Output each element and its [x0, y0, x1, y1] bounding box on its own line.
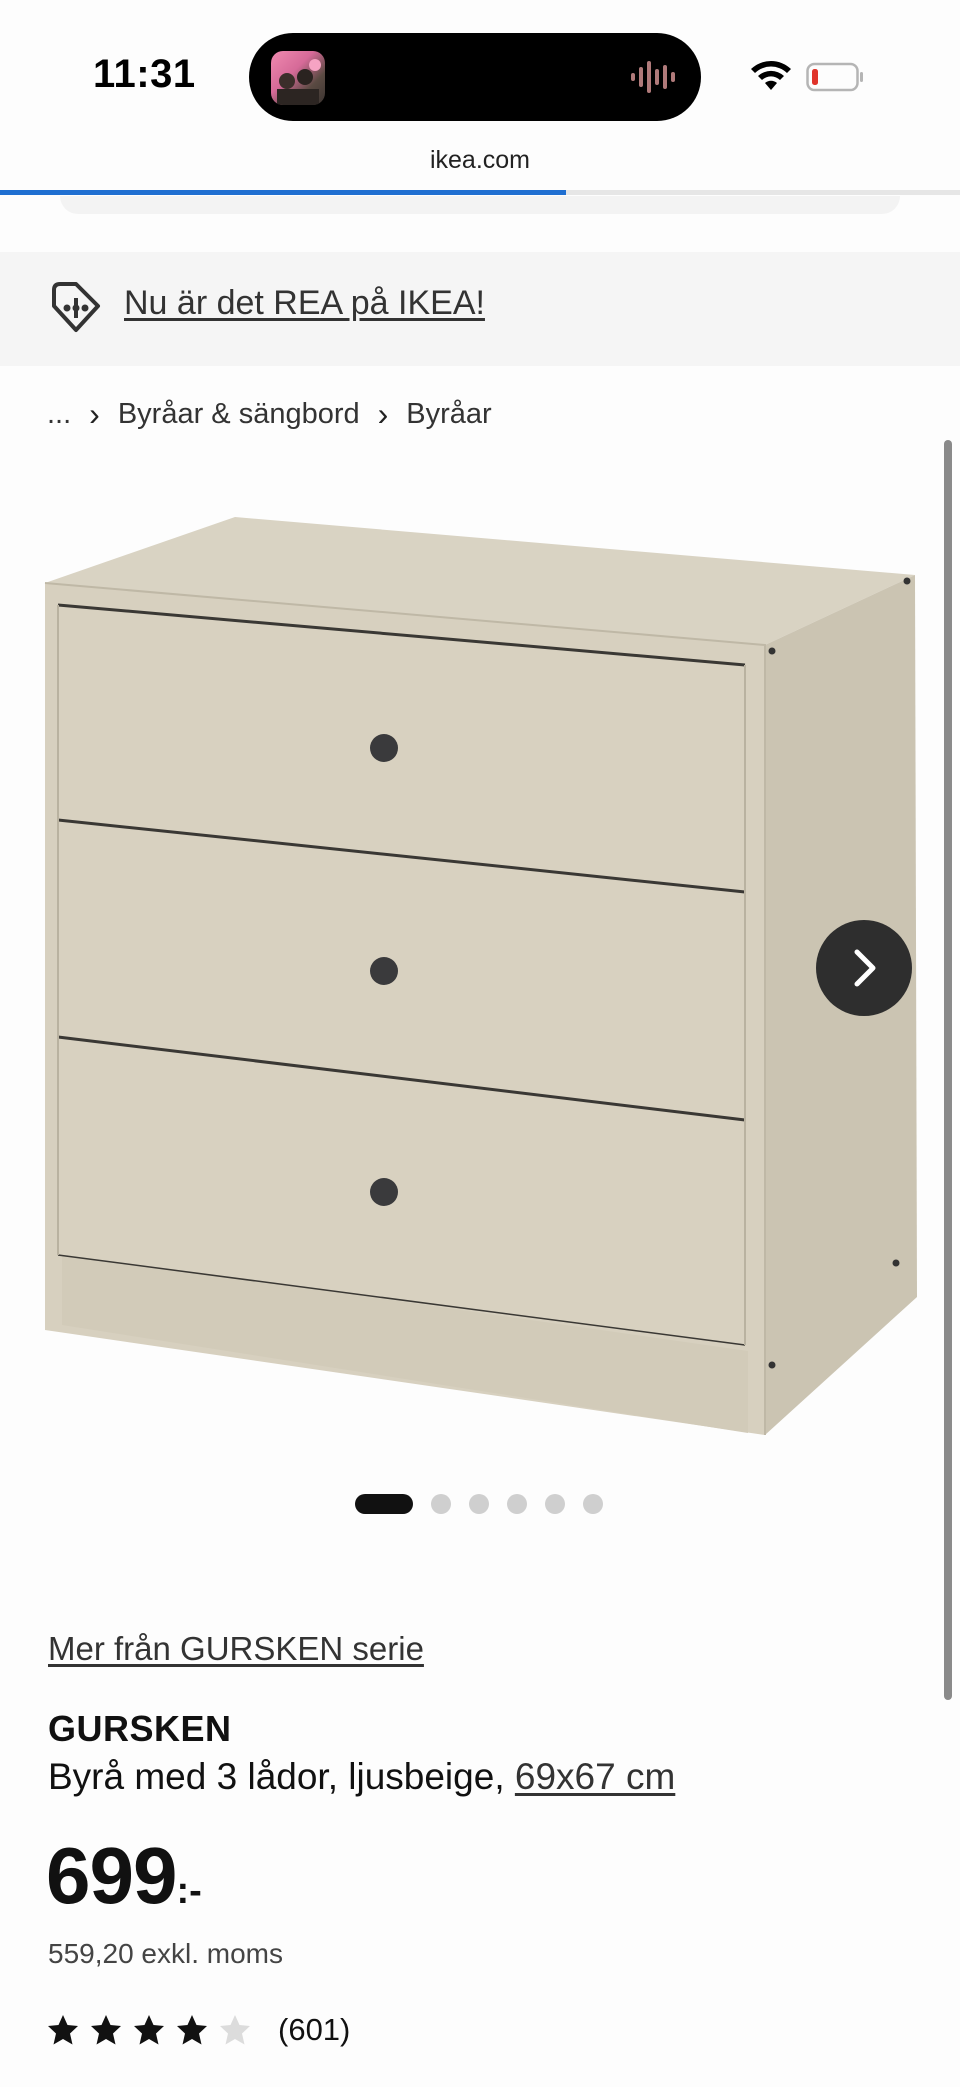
status-bar: 11:31 — [0, 0, 960, 140]
search-field-edge — [60, 196, 900, 214]
page-load-progress — [0, 190, 960, 195]
now-playing-artwork-icon — [271, 51, 325, 105]
image-carousel-dots — [355, 1493, 603, 1515]
star-filled-icon — [48, 2015, 78, 2045]
carousel-dot[interactable] — [583, 1494, 603, 1514]
star-filled-icon — [134, 2015, 164, 2045]
carousel-dot-active[interactable] — [355, 1494, 413, 1514]
chevron-right-icon: › — [89, 396, 100, 432]
page-scrollbar[interactable] — [944, 440, 952, 1700]
breadcrumb-item-dressers[interactable]: Byråar — [406, 398, 491, 431]
price-suffix: :- — [176, 1870, 202, 1912]
price-excl-vat: 559,20 exkl. moms — [48, 1938, 283, 1969]
battery-icon — [806, 62, 863, 92]
audio-waveform-icon — [631, 61, 675, 93]
star-filled-icon — [177, 2015, 207, 2045]
promo-link[interactable]: Nu är det REA på IKEA! — [124, 284, 485, 323]
promo-banner: Nu är det REA på IKEA! — [0, 252, 960, 366]
product-name: GURSKEN — [48, 1708, 232, 1749]
url-text[interactable]: ikea.com — [0, 146, 960, 175]
status-time: 11:31 — [93, 52, 196, 96]
star-filled-icon — [91, 2015, 121, 2045]
product-description: Byrå med 3 lådor, ljusbeige, 69x67 cm — [48, 1756, 675, 1798]
page-load-progress-fill — [0, 190, 567, 195]
breadcrumb-ellipsis[interactable]: ... — [47, 398, 71, 431]
chevron-right-icon: › — [377, 396, 389, 432]
chevron-right-icon — [854, 949, 876, 987]
price-integer: 699 — [46, 1831, 177, 1920]
wifi-icon — [751, 61, 791, 90]
breadcrumb-item-dressers-nightstands[interactable]: Byråar & sängbord — [118, 398, 360, 431]
product-rating[interactable]: (601) — [46, 2012, 350, 2048]
product-size-link[interactable]: 69x67 cm — [515, 1756, 675, 1797]
product-image[interactable] — [20, 455, 940, 1455]
product-description-text: Byrå med 3 lådor, ljusbeige, — [48, 1756, 505, 1797]
carousel-dot[interactable] — [431, 1494, 451, 1514]
review-count[interactable]: (601) — [278, 2012, 350, 2048]
carousel-dot[interactable] — [545, 1494, 565, 1514]
browser-url-bar[interactable]: ikea.com — [0, 140, 960, 196]
rating-stars — [46, 2013, 252, 2047]
next-image-button[interactable] — [816, 920, 912, 1016]
carousel-dot[interactable] — [507, 1494, 527, 1514]
dynamic-island[interactable] — [249, 33, 701, 121]
price-tag-icon — [52, 282, 100, 332]
star-empty-icon — [220, 2015, 250, 2045]
series-link[interactable]: Mer från GURSKEN serie — [48, 1630, 424, 1668]
product-price: 699 :- — [46, 1836, 202, 1916]
carousel-dot[interactable] — [469, 1494, 489, 1514]
breadcrumb: ... › Byråar & sängbord › Byråar — [47, 396, 492, 433]
